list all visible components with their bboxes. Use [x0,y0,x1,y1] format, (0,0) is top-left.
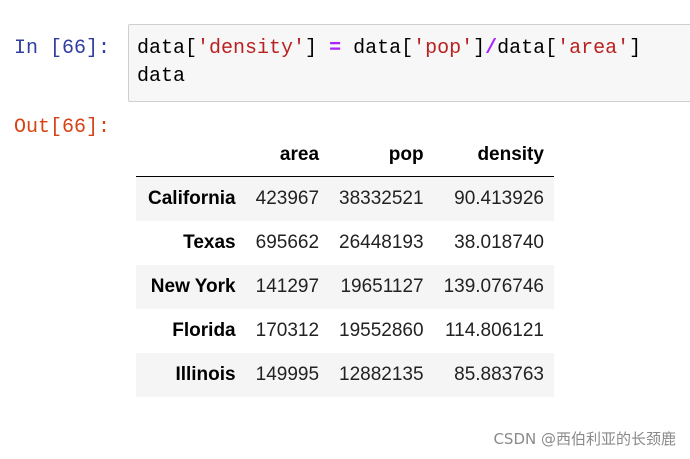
cell-density: 114.806121 [444,320,544,341]
cell-area: 695662 [255,232,320,253]
table-row: Florida 170312 19552860 114.806121 [136,309,554,353]
column-header-pop: pop [329,134,434,177]
cell-pop: 38332521 [339,188,424,209]
column-header-density: density [433,134,554,177]
output-prompt: Out[66]: [14,116,111,139]
code-operator: = [329,37,342,60]
dataframe-table: area pop density California 423967 38332… [136,134,554,397]
code-input-cell[interactable]: data['density'] = data['pop']/data['area… [128,24,690,102]
code-token: ] [473,37,486,60]
code-token: ] [629,37,642,60]
column-header-area: area [245,134,330,177]
index-header [136,134,246,177]
input-prompt: In [66]: [14,37,111,60]
code-token: ] [305,37,330,60]
cell-area: 423967 [255,188,320,209]
code-string: 'density' [197,37,306,60]
cell-density: 85.883763 [454,364,544,385]
cell-area: 170312 [255,320,320,341]
code-line-2: data [137,65,186,88]
code-string: 'area' [557,37,630,60]
cell-pop: 19651127 [340,276,424,297]
output-area: area pop density California 423967 38332… [136,134,554,397]
row-index: Texas [183,232,236,253]
cell-density: 139.076746 [443,276,544,297]
code-token: data[ [341,37,414,60]
cell-pop: 19552860 [339,320,424,341]
table-row: Illinois 149995 12882135 85.883763 [136,353,554,397]
code-token: data[ [497,37,558,60]
table-row: New York 141297 19651127 139.076746 [136,265,554,309]
row-index: New York [150,276,236,297]
code-operator: / [485,37,498,60]
code-editor[interactable]: data['density'] = data['pop']/data['area… [137,35,641,91]
row-index: Illinois [175,364,236,385]
table-header-row: area pop density [136,134,554,177]
watermark: CSDN @西伯利亚的长颈鹿 [493,430,676,448]
table-row: California 423967 38332521 90.413926 [136,176,554,221]
cell-density: 90.413926 [454,188,544,209]
cell-area: 141297 [255,276,320,297]
cell-pop: 26448193 [339,232,424,253]
row-index: California [148,188,236,209]
code-token: data[ [137,37,198,60]
cell-pop: 12882135 [339,364,424,385]
cell-density: 38.018740 [454,232,544,253]
cell-area: 149995 [255,364,320,385]
table-row: Texas 695662 26448193 38.018740 [136,221,554,265]
row-index: Florida [172,320,236,341]
code-string: 'pop' [413,37,474,60]
